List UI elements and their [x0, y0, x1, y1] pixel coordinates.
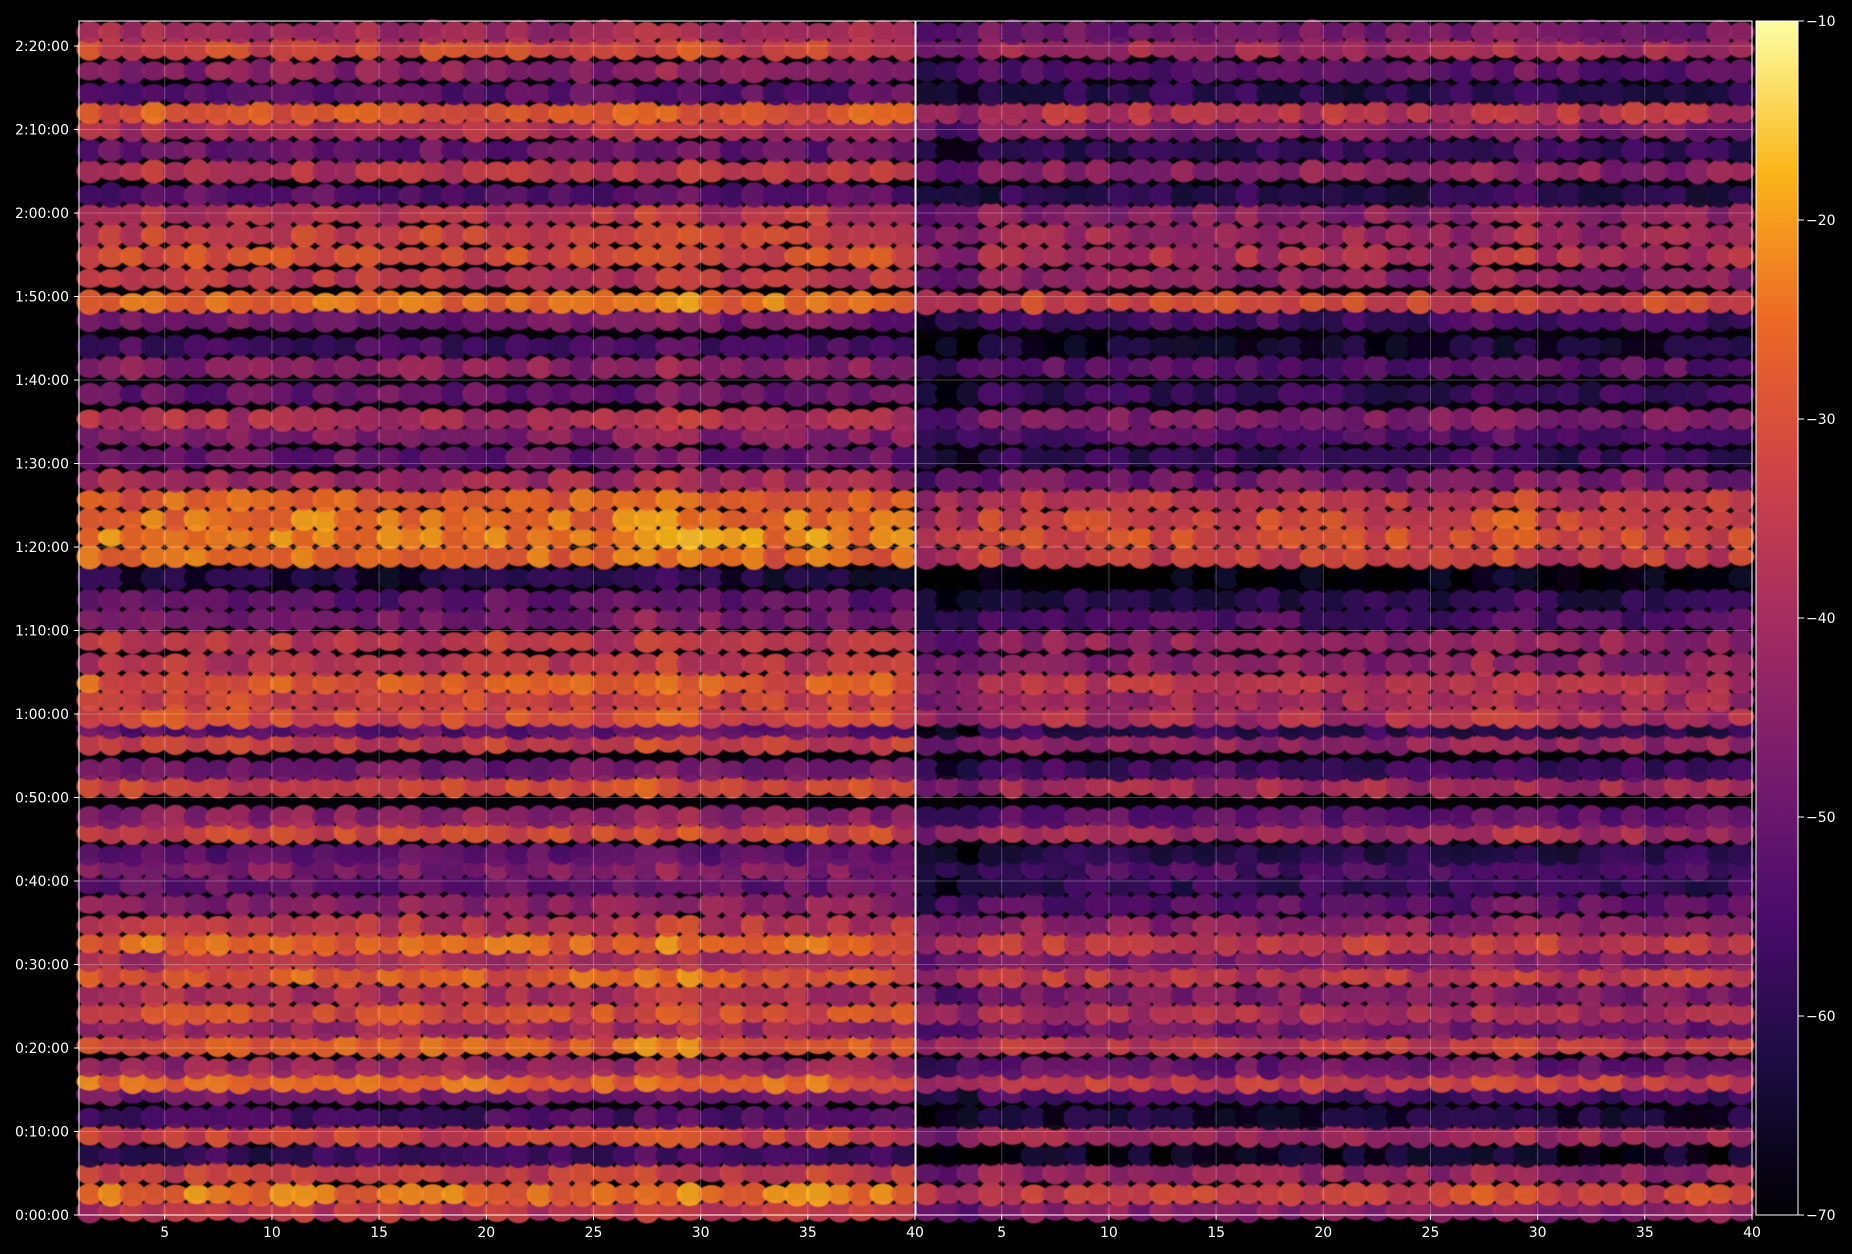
- x-tick-label: 15: [370, 1225, 388, 1241]
- x-tick-label: 20: [1314, 1225, 1332, 1241]
- heatmap-cell: [1728, 448, 1755, 468]
- heatmap-cell: [1728, 289, 1755, 315]
- x-tick-label: 25: [1422, 1225, 1440, 1241]
- colorbar-tick-label: −40: [1806, 611, 1836, 627]
- heatmap-cell: [1728, 1106, 1755, 1130]
- heatmap-cell: [1728, 469, 1755, 492]
- x-tick-label: 35: [799, 1225, 817, 1241]
- heatmap-cell: [1728, 805, 1755, 829]
- y-tick-label: 1:00:00: [15, 707, 69, 723]
- heatmap-cell: [1728, 651, 1755, 677]
- heatmap-cell: [1728, 185, 1755, 205]
- y-tick-label: 2:00:00: [15, 206, 69, 222]
- heatmap-cell: [1728, 383, 1755, 405]
- y-tick-label: 0:00:00: [15, 1208, 69, 1224]
- colorbar-tick-label: −60: [1806, 1009, 1836, 1025]
- heatmap-cell: [1728, 1057, 1755, 1078]
- heatmap-cell: [1728, 758, 1755, 781]
- x-tick-label: 40: [1743, 1225, 1761, 1241]
- heatmap-cell: [1728, 358, 1755, 377]
- y-tick-label: 0:30:00: [15, 958, 69, 974]
- x-tick-label: 25: [585, 1225, 603, 1241]
- heatmap-cell: [1728, 566, 1755, 589]
- x-tick-label: 30: [1529, 1225, 1547, 1241]
- x-tick-label: 5: [997, 1225, 1006, 1241]
- x-tick-label: 15: [1207, 1225, 1225, 1241]
- heatmap-cell: [1728, 932, 1755, 956]
- heatmap-cell: [1728, 161, 1755, 182]
- y-tick-label: 0:40:00: [15, 874, 69, 890]
- heatmap-cell: [1728, 80, 1755, 107]
- heatmap-cell: [1728, 1183, 1755, 1205]
- heatmap-cell: [1728, 842, 1755, 867]
- heatmap-cell: [1728, 201, 1755, 228]
- heatmap-panel-right: [913, 19, 1755, 1224]
- colorbar-gradient: [1755, 20, 1799, 1216]
- colorbar-tick-label: −30: [1806, 412, 1836, 428]
- x-tick-label: 40: [906, 1225, 924, 1241]
- y-tick-label: 0:20:00: [15, 1041, 69, 1057]
- heatmap-cell: [1728, 590, 1755, 610]
- y-tick-label: 1:30:00: [15, 457, 69, 473]
- colorbar-tick-label: −20: [1806, 213, 1836, 229]
- heatmap-cell: [1728, 915, 1755, 936]
- heatmap-cell: [1728, 408, 1755, 430]
- heatmap-cell: [1728, 21, 1755, 43]
- y-tick-label: 2:10:00: [15, 123, 69, 139]
- y-tick-label: 1:10:00: [15, 624, 69, 640]
- heatmap-cell: [1728, 335, 1755, 358]
- y-tick-label: 1:50:00: [15, 290, 69, 306]
- x-tick-label: 30: [692, 1225, 710, 1241]
- heatmap-cell: [1728, 607, 1755, 632]
- y-tick-label: 0:10:00: [15, 1125, 69, 1141]
- colorbar-tick-label: −50: [1806, 810, 1836, 826]
- heatmap-cell: [1728, 707, 1755, 726]
- y-tick-label: 0:50:00: [15, 791, 69, 807]
- x-tick-label: 10: [1100, 1225, 1118, 1241]
- heatmap-chart: 0:00:00 0:10:00 0:20:00 0:30:00 0:40:00 0:50:…: [0, 0, 1852, 1254]
- heatmap-cell: [1728, 266, 1755, 291]
- colorbar-tick-label: −70: [1806, 1208, 1836, 1224]
- y-tick-label: 1:40:00: [15, 373, 69, 389]
- heatmap-cell: [1728, 547, 1755, 566]
- heatmap-cell: [1728, 629, 1755, 655]
- x-tick-label: 35: [1636, 1225, 1654, 1241]
- x-tick-label: 20: [477, 1225, 495, 1241]
- y-tick-label: 2:20:00: [15, 39, 69, 55]
- colorbar-tick-label: −10: [1806, 14, 1836, 30]
- x-tick-label: 10: [263, 1225, 281, 1241]
- x-tick-label: 5: [160, 1225, 169, 1241]
- heatmap-cell: [1728, 59, 1755, 84]
- y-tick-label: 1:20:00: [15, 540, 69, 556]
- heatmap-panel-left: [76, 19, 918, 1224]
